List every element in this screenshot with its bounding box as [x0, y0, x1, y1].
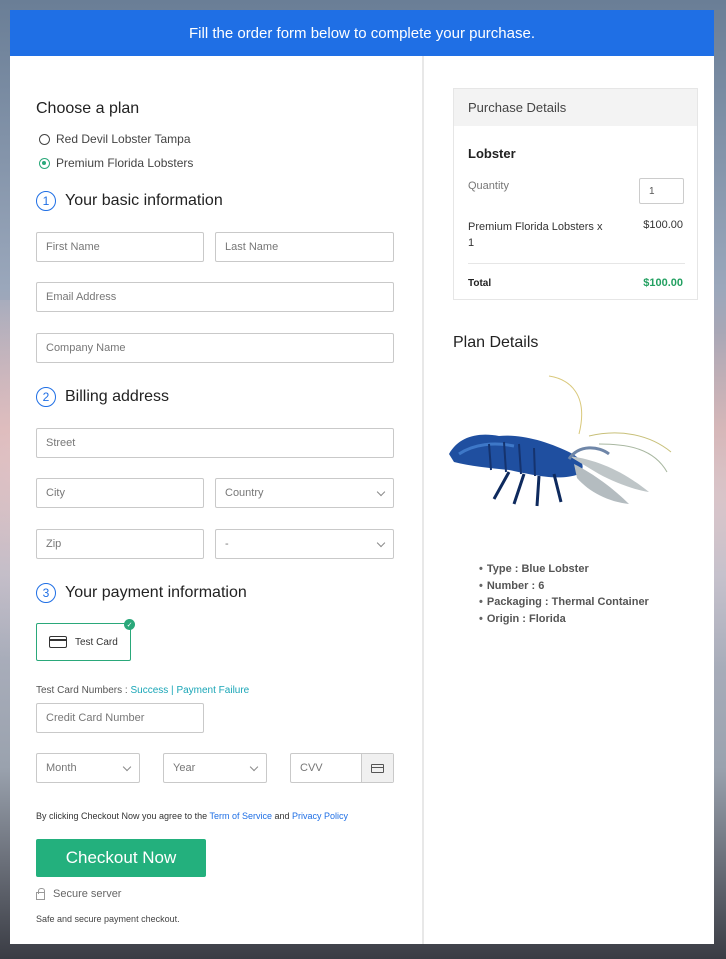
- summary-column: Purchase Details Lobster Quantity 1 Prem…: [424, 56, 714, 944]
- spec-type: Type : Blue Lobster: [479, 561, 649, 578]
- street-input[interactable]: Street: [36, 428, 394, 458]
- first-name-input[interactable]: First Name: [36, 232, 204, 262]
- step-title: Billing address: [65, 388, 170, 405]
- country-select[interactable]: Country: [215, 478, 394, 508]
- credit-card-icon: [371, 763, 384, 773]
- plan-details-title: Plan Details: [453, 334, 539, 351]
- order-form: Choose a plan Red Devil Lobster Tampa Pr…: [10, 56, 422, 944]
- zip-input[interactable]: Zip: [36, 529, 204, 559]
- email-input[interactable]: Email Address: [36, 282, 394, 312]
- credit-card-icon: [49, 636, 67, 648]
- quantity-input[interactable]: 1: [639, 178, 684, 204]
- city-input[interactable]: City: [36, 478, 204, 508]
- credit-card-number-input[interactable]: Credit Card Number: [36, 703, 204, 733]
- purchase-details: Purchase Details Lobster Quantity 1 Prem…: [453, 88, 698, 300]
- step-title: Your payment information: [65, 584, 247, 601]
- safe-checkout-note: Safe and secure payment checkout.: [36, 914, 180, 924]
- cvv-input[interactable]: CVV: [290, 753, 394, 783]
- state-select[interactable]: -: [215, 529, 394, 559]
- payment-failure-link[interactable]: Payment Failure: [176, 685, 249, 696]
- summary-divider: [468, 263, 685, 264]
- total-value: $100.00: [643, 277, 683, 289]
- privacy-policy-link[interactable]: Privacy Policy: [292, 811, 348, 821]
- year-select[interactable]: Year: [163, 753, 267, 783]
- order-form-card: Fill the order form below to complete yo…: [10, 10, 714, 944]
- blue-lobster-image: [449, 375, 672, 507]
- agreement-and: and: [271, 811, 292, 821]
- success-link[interactable]: Success: [130, 685, 168, 696]
- radio-checked-icon[interactable]: [39, 157, 50, 169]
- step-number: 2: [36, 387, 56, 407]
- purchase-details-header: Purchase Details: [454, 89, 697, 126]
- chevron-down-icon: [249, 762, 259, 772]
- line-item-price: $100.00: [643, 219, 683, 231]
- test-card-option[interactable]: Test Card ✓: [36, 619, 135, 661]
- spec-packaging: Packaging : Thermal Container: [479, 594, 649, 611]
- month-select-value: Month: [46, 762, 77, 774]
- year-select-value: Year: [173, 762, 196, 774]
- quantity-label: Quantity: [468, 180, 509, 192]
- plan-option-label: Red Devil Lobster Tampa: [56, 132, 191, 146]
- chevron-down-icon: [122, 762, 132, 772]
- plan-option-red-devil[interactable]: Red Devil Lobster Tampa: [39, 132, 191, 146]
- check-icon: ✓: [124, 619, 135, 630]
- secure-server-label: Secure server: [53, 888, 122, 900]
- step-basic-info: 1 Your basic information: [36, 191, 223, 211]
- cvv-placeholder: CVV: [300, 762, 323, 774]
- lock-icon: [36, 888, 45, 900]
- plan-specs-list: Type : Blue Lobster Number : 6 Packaging…: [479, 561, 649, 627]
- step-payment: 3 Your payment information: [36, 583, 247, 603]
- checkout-now-button[interactable]: Checkout Now: [36, 839, 206, 877]
- choose-plan-title: Choose a plan: [36, 100, 140, 117]
- step-title: Your basic information: [65, 192, 223, 209]
- terms-of-service-link[interactable]: Term of Service: [209, 811, 272, 821]
- test-numbers-label: Test Card Numbers :: [36, 685, 131, 696]
- plan-option-premium-florida[interactable]: Premium Florida Lobsters: [39, 156, 193, 170]
- cvv-card-button[interactable]: [361, 754, 393, 782]
- state-select-value: -: [225, 538, 229, 550]
- country-select-value: Country: [225, 487, 264, 499]
- month-select[interactable]: Month: [36, 753, 140, 783]
- total-label: Total: [468, 278, 492, 289]
- agreement-prefix: By clicking Checkout Now you agree to th…: [36, 811, 210, 821]
- line-item-name: Premium Florida Lobsters x 1: [468, 221, 603, 249]
- step-billing: 2 Billing address: [36, 387, 169, 407]
- spec-number: Number : 6: [479, 578, 649, 595]
- chevron-down-icon: [376, 487, 386, 497]
- step-number: 3: [36, 583, 56, 603]
- test-card-numbers: Test Card Numbers : Success | Payment Fa…: [36, 685, 249, 696]
- step-number: 1: [36, 191, 56, 211]
- banner: Fill the order form below to complete yo…: [10, 10, 714, 56]
- plan-option-label: Premium Florida Lobsters: [56, 156, 194, 170]
- radio-unchecked-icon[interactable]: [39, 133, 50, 145]
- product-name: Lobster: [468, 146, 516, 161]
- company-input[interactable]: Company Name: [36, 333, 394, 363]
- agreement-text: By clicking Checkout Now you agree to th…: [36, 811, 348, 821]
- secure-server: Secure server: [36, 888, 121, 900]
- test-card-label: Test Card: [75, 636, 118, 648]
- spec-origin: Origin : Florida: [479, 611, 649, 628]
- last-name-input[interactable]: Last Name: [215, 232, 394, 262]
- chevron-down-icon: [376, 538, 386, 548]
